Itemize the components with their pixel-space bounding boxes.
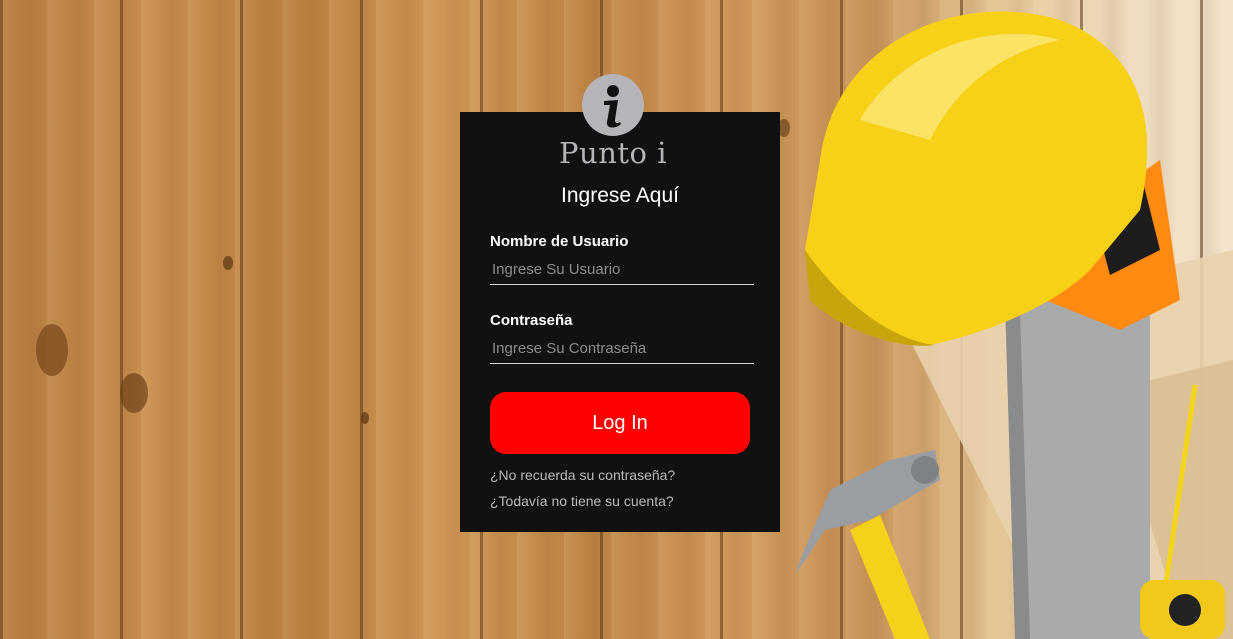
info-icon xyxy=(604,85,621,128)
login-button[interactable]: Log In xyxy=(490,392,750,454)
brand-name: Punto i xyxy=(559,136,667,170)
no-account-link[interactable]: ¿Todavía no tiene su cuenta? xyxy=(490,493,674,509)
wood-knot xyxy=(120,373,148,413)
wood-knot xyxy=(361,412,369,424)
password-label: Contraseña xyxy=(490,312,573,329)
username-input[interactable] xyxy=(490,255,754,285)
forgot-password-link[interactable]: ¿No recuerda su contraseña? xyxy=(490,467,675,483)
username-label: Nombre de Usuario xyxy=(490,233,629,250)
wood-knot xyxy=(36,324,68,376)
wood-knot xyxy=(223,256,233,270)
password-input[interactable] xyxy=(490,334,754,364)
hammer-icon xyxy=(795,450,940,639)
brand-logo xyxy=(582,74,644,136)
form-title: Ingrese Aquí xyxy=(561,184,679,207)
